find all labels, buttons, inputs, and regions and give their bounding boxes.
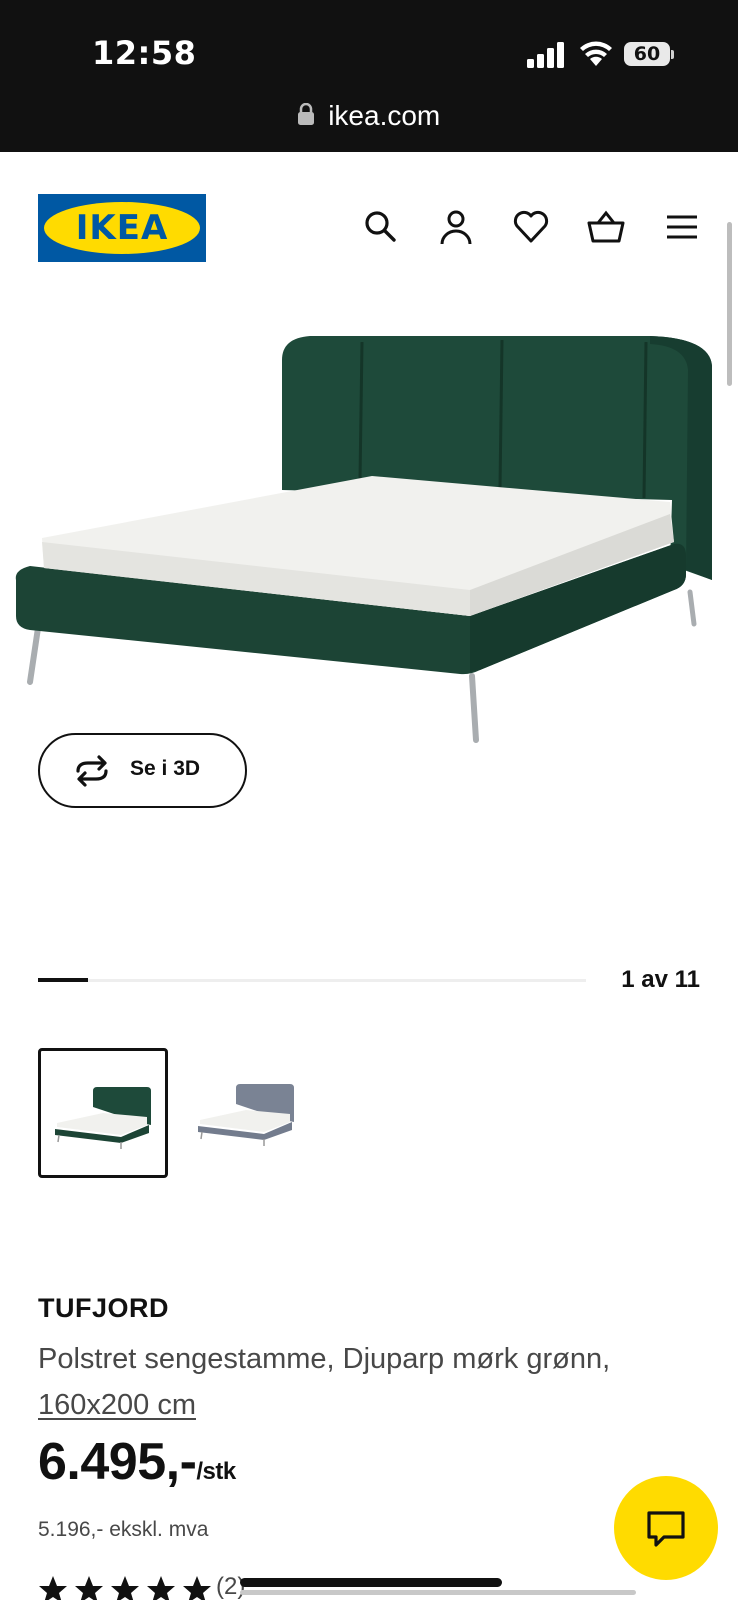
- status-bar: 12:58 60 ikea.com: [0, 0, 738, 152]
- status-time: 12:58: [92, 34, 197, 72]
- review-count[interactable]: (2): [216, 1573, 245, 1600]
- rotate-3d-icon: [76, 755, 108, 787]
- home-indicator[interactable]: [240, 1578, 502, 1587]
- gallery-counter: 1 av 11: [621, 966, 700, 993]
- view-in-3d-button[interactable]: Se i 3D: [38, 733, 247, 808]
- ikea-logo[interactable]: IKEA: [38, 194, 206, 262]
- price-unit: /stk: [196, 1458, 236, 1485]
- star-icon: [183, 1576, 211, 1600]
- menu-icon[interactable]: [663, 208, 701, 246]
- price-value: 6.495,-: [38, 1433, 197, 1491]
- product-description-text: Polstret sengestamme, Djuparp mørk grønn…: [38, 1343, 611, 1375]
- price-ex-vat: 5.196,- ekskl. mva: [38, 1518, 209, 1541]
- rating-stars[interactable]: [38, 1575, 218, 1600]
- product-price: 6.495,-/stk: [38, 1432, 236, 1492]
- star-icon: [39, 1576, 67, 1600]
- product-description: Polstret sengestamme, Djuparp mørk grønn…: [38, 1336, 698, 1428]
- lock-icon: [297, 103, 314, 125]
- gallery-progress-track: [38, 979, 586, 982]
- thumbnail-green-bed[interactable]: [38, 1048, 168, 1178]
- url-text: ikea.com: [328, 100, 441, 131]
- product-name: TUFJORD: [38, 1293, 169, 1323]
- heart-icon[interactable]: [512, 208, 550, 246]
- product-size-link[interactable]: 160x200 cm: [38, 1389, 196, 1421]
- battery-level: 60: [624, 42, 670, 66]
- logo-text: IKEA: [75, 208, 169, 248]
- thumbnail-grey-bed[interactable]: [184, 1048, 314, 1178]
- wifi-icon: [580, 41, 612, 66]
- star-icon: [75, 1576, 103, 1600]
- chat-button[interactable]: [614, 1476, 718, 1580]
- gallery-progress-fill: [38, 978, 88, 982]
- url-bar[interactable]: ikea.com: [0, 100, 738, 140]
- page-scrollbar[interactable]: [727, 222, 732, 386]
- star-icon: [111, 1576, 139, 1600]
- account-icon[interactable]: [437, 208, 475, 246]
- star-icon: [147, 1576, 175, 1600]
- search-icon[interactable]: [362, 208, 400, 246]
- view-in-3d-label: Se i 3D: [130, 757, 201, 780]
- basket-icon[interactable]: [587, 208, 625, 246]
- chat-icon: [647, 1511, 685, 1547]
- product-image[interactable]: [10, 330, 725, 760]
- battery-icon: 60: [624, 40, 674, 68]
- cellular-signal-icon: [527, 42, 564, 68]
- home-indicator-shadow: [240, 1590, 636, 1595]
